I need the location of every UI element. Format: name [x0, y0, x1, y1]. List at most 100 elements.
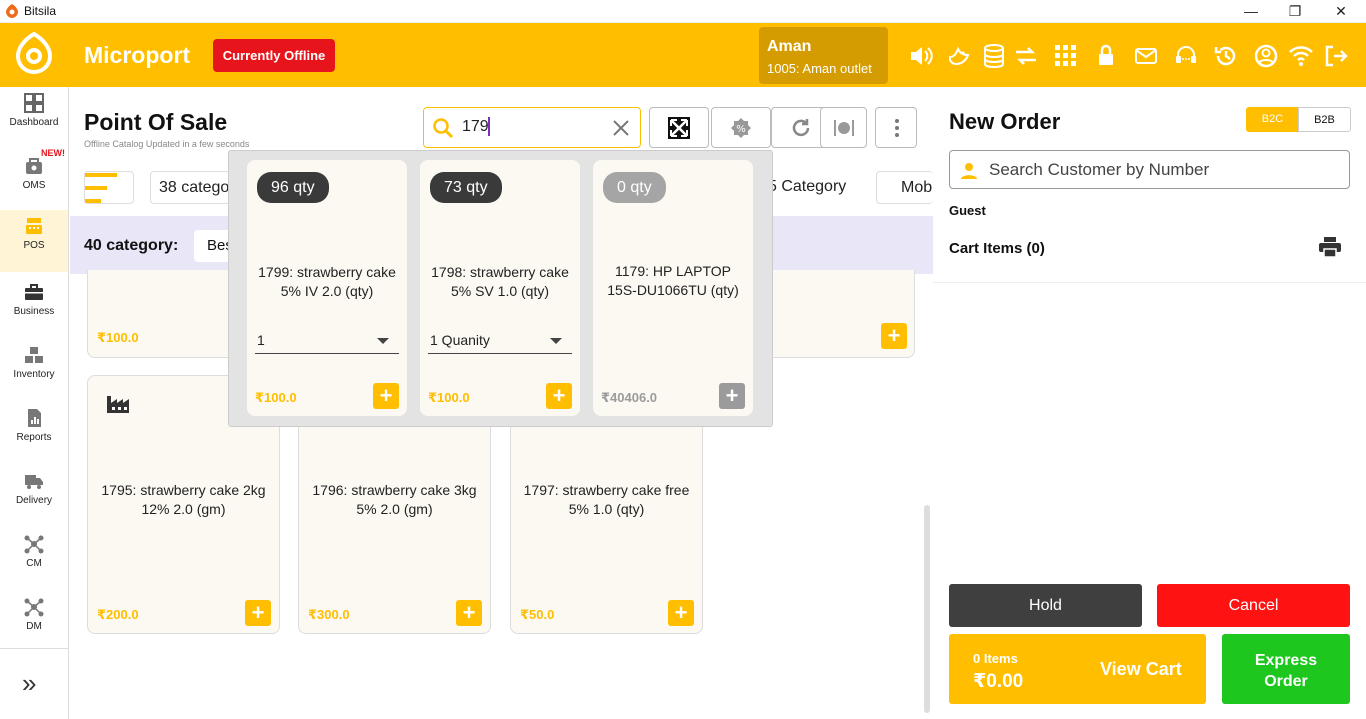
more-options-button[interactable]: [875, 107, 917, 148]
history-icon[interactable]: [1213, 43, 1239, 69]
page-title: Point Of Sale: [84, 109, 228, 135]
minimize-button[interactable]: —: [1236, 2, 1266, 20]
sidebar-item-oms[interactable]: OMS: [0, 150, 68, 212]
dine-in-button[interactable]: [820, 107, 867, 148]
volume-icon[interactable]: [908, 43, 934, 69]
category-filter-chip[interactable]: 5 Category: [760, 171, 860, 204]
search-value[interactable]: 179: [462, 118, 489, 136]
sidebar-item-delivery[interactable]: Delivery: [0, 465, 68, 527]
order-title: New Order: [949, 109, 1061, 134]
sidebar-item-label: CM: [26, 558, 42, 569]
discount-badge-icon: %: [731, 118, 751, 138]
menu-lines-icon: [85, 173, 117, 203]
category-filter-chip[interactable]: Mob: [876, 171, 933, 204]
new-badge: NEW!: [41, 148, 65, 158]
sidebar-item-business[interactable]: Business: [0, 276, 68, 338]
product-name: 1799: strawberry cake 5% IV 2.0 (qty): [258, 264, 396, 299]
product-price: ₹200.0: [97, 607, 139, 622]
add-to-cart-button[interactable]: +: [546, 383, 572, 409]
sidebar-item-label: OMS: [22, 180, 46, 191]
text-cursor: [488, 117, 490, 136]
view-cart-button[interactable]: 0 Items ₹0.00 View Cart: [949, 634, 1206, 704]
logout-icon[interactable]: [1323, 43, 1349, 69]
search-result-card[interactable]: 96 qty 1799: strawberry cake 5% IV 2.0 (…: [247, 160, 407, 416]
grid-icon[interactable]: [1053, 43, 1079, 69]
fullscreen-button[interactable]: [649, 107, 709, 148]
dropdown-arrow-icon: [377, 338, 389, 344]
expand-arrows-icon: [668, 117, 690, 139]
unit-select[interactable]: 1: [255, 330, 399, 354]
briefcase-icon: [25, 284, 43, 300]
svg-text:%: %: [736, 124, 746, 135]
unit-select-value: 1: [257, 332, 265, 348]
product-price: ₹100.0: [428, 390, 470, 405]
stock-qty-badge: 0 qty: [603, 172, 666, 203]
sidebar-item-reports[interactable]: Reports: [0, 402, 68, 464]
add-to-cart-button[interactable]: +: [456, 600, 482, 626]
sidebar-item-label: Reports: [16, 432, 52, 443]
boxes-icon: [25, 347, 43, 363]
sidebar-item-label: Delivery: [15, 495, 53, 506]
user-name: Aman: [767, 38, 812, 55]
product-price: ₹100.0: [255, 390, 297, 405]
catalog-update-status: Offline Catalog Updated in a few seconds: [84, 139, 250, 149]
database-icon[interactable]: [981, 43, 1007, 69]
cart-total: ₹0.00: [973, 671, 1024, 692]
discount-button[interactable]: %: [711, 107, 771, 148]
factory-icon: [107, 396, 129, 413]
add-to-cart-button[interactable]: +: [373, 383, 399, 409]
sync-icon[interactable]: [1013, 43, 1039, 69]
lock-icon[interactable]: [1093, 43, 1119, 69]
sidebar-item-dashboard[interactable]: Dashboard: [0, 87, 68, 149]
cancel-button[interactable]: Cancel: [1157, 584, 1350, 627]
product-name: 1798: strawberry cake 5% SV 1.0 (qty): [431, 264, 569, 299]
support-icon[interactable]: [1173, 43, 1199, 69]
top-bar: [0, 23, 1366, 87]
clear-search-icon[interactable]: [612, 119, 630, 137]
printer-icon[interactable]: [1319, 237, 1341, 257]
product-price: ₹300.0: [308, 607, 350, 622]
express-order-button[interactable]: Express Order: [1222, 634, 1350, 704]
add-to-cart-button[interactable]: +: [719, 383, 745, 409]
product-search-input[interactable]: [423, 107, 641, 148]
sidebar-item-dm[interactable]: DM: [0, 591, 68, 653]
close-window-button[interactable]: ✕: [1326, 2, 1356, 20]
sidebar-item-pos[interactable]: POS: [0, 210, 68, 272]
brand-name: Microport: [84, 42, 191, 68]
search-result-card[interactable]: 0 qty 1179: HP LAPTOP 15S-DU1066TU (qty)…: [593, 160, 753, 416]
customer-search-placeholder: Search Customer by Number: [989, 160, 1210, 179]
sidebar-item-cm[interactable]: CM: [0, 528, 68, 590]
mail-icon[interactable]: [1133, 43, 1159, 69]
product-scrollbar[interactable]: [924, 505, 930, 713]
product-card[interactable]: +: [760, 270, 915, 358]
b2b-toggle[interactable]: B2B: [1298, 107, 1351, 132]
filter-menu-button[interactable]: [84, 171, 134, 204]
product-card[interactable]: ₹100.0: [87, 270, 237, 358]
window-title: Bitsila: [24, 4, 57, 18]
search-result-card[interactable]: 73 qty 1798: strawberry cake 5% SV 1.0 (…: [420, 160, 580, 416]
category-count-label: 40 category:: [84, 237, 179, 254]
unit-select[interactable]: 1 Quanity: [428, 330, 572, 354]
sidebar-item-inventory[interactable]: Inventory: [0, 339, 68, 401]
add-to-cart-button[interactable]: +: [881, 323, 907, 349]
sidebar-item-label: Inventory: [13, 369, 55, 380]
maximize-button[interactable]: ❐: [1280, 2, 1310, 20]
product-name: 1179: HP LAPTOP 15S-DU1066TU (qty): [607, 263, 739, 298]
user-icon[interactable]: [1253, 43, 1279, 69]
network-icon: [24, 598, 44, 617]
sidebar-item-label: DM: [26, 621, 42, 632]
network-icon: [24, 535, 44, 554]
bird-icon[interactable]: [946, 43, 972, 69]
category-filter-chip[interactable]: 38 catego: [150, 171, 230, 204]
sidebar-item-label: POS: [23, 240, 45, 251]
hold-button[interactable]: Hold: [949, 584, 1142, 627]
add-to-cart-button[interactable]: +: [668, 600, 694, 626]
window-titlebar: Bitsila — ❐ ✕: [0, 0, 1366, 23]
expand-sidebar-icon[interactable]: »: [22, 668, 36, 699]
cart-items-label: Cart Items (0): [949, 240, 1045, 257]
add-to-cart-button[interactable]: +: [245, 600, 271, 626]
pos-icon: [26, 218, 42, 234]
dropdown-arrow-icon: [550, 338, 562, 344]
b2c-toggle[interactable]: B2C: [1246, 107, 1299, 132]
wifi-icon[interactable]: [1288, 43, 1314, 69]
